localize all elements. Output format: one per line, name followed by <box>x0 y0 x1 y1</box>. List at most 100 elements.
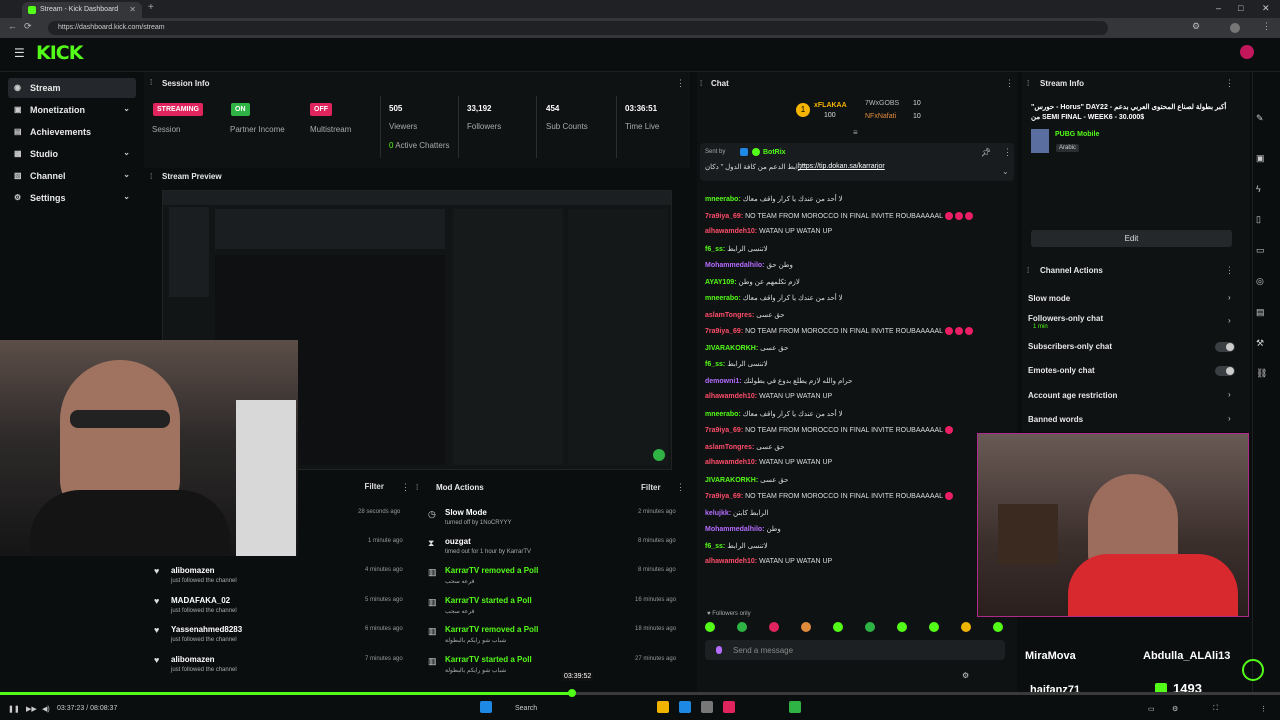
mod-actions-filter[interactable]: Filter <box>641 483 661 492</box>
chat-settings-icon[interactable]: ⚙ <box>962 671 969 680</box>
message-icon[interactable]: ▭ <box>1256 245 1265 256</box>
chat-username[interactable]: 7ra9iya_69: <box>705 212 743 219</box>
drag-handle-icon[interactable]: ⁞ <box>1027 266 1029 275</box>
new-tab-icon[interactable]: + <box>148 2 154 13</box>
edit-stream-info-button[interactable]: Edit <box>1031 230 1232 247</box>
chat-username[interactable]: f6_ss: <box>705 246 725 253</box>
menu-icon[interactable]: ☰ <box>14 46 25 60</box>
emote-icon[interactable] <box>993 622 1003 632</box>
chat-username[interactable]: alhawamdeh10: <box>705 393 757 400</box>
chat-username[interactable]: f6_ss: <box>705 543 725 550</box>
folder-icon[interactable] <box>657 701 669 713</box>
edge-icon[interactable] <box>679 701 691 713</box>
windows-start-icon[interactable] <box>480 701 492 713</box>
sidebar-item-achievements[interactable]: ▤ Achievements <box>8 122 136 142</box>
subscribers-only-toggle[interactable] <box>1215 342 1235 352</box>
activity-menu-icon[interactable]: ⋮ <box>401 482 410 493</box>
drag-handle-icon[interactable]: ⁞ <box>150 172 152 181</box>
lightning-icon[interactable]: ϟ <box>1256 184 1261 194</box>
banned-words-action[interactable]: Banned words <box>1028 415 1083 424</box>
emote-icon[interactable] <box>865 622 875 632</box>
chat-username[interactable]: alhawamdeh10: <box>705 459 757 466</box>
chevron-right-icon[interactable]: › <box>1228 390 1231 399</box>
app-icon[interactable] <box>701 701 713 713</box>
chat-username[interactable]: JIVARAKORKH: <box>705 477 758 484</box>
profile-icon[interactable] <box>1230 23 1240 33</box>
reload-icon[interactable]: ⟳ <box>24 21 32 32</box>
gifter-name[interactable]: NFxNafati <box>865 113 896 120</box>
pinned-menu-icon[interactable]: ⋮ <box>1003 147 1012 158</box>
sidebar-item-monetization[interactable]: ▣ Monetization ⌄ <box>8 100 136 120</box>
chat-username[interactable]: AYAY109: <box>705 279 737 286</box>
chevron-right-icon[interactable]: › <box>1228 316 1231 325</box>
chat-username[interactable]: mneerabo: <box>705 196 741 203</box>
link-icon[interactable]: ⛓ <box>1256 368 1267 379</box>
drag-handle-icon[interactable]: ⁞ <box>1027 79 1029 88</box>
pin-icon[interactable]: 📌︎ <box>981 148 991 157</box>
category-thumbnail[interactable] <box>1031 129 1049 153</box>
browser-tab[interactable]: Stream - Kick Dashboard ✕ <box>22 2 142 18</box>
chat-menu-icon[interactable]: ⋮ <box>1005 78 1014 89</box>
sidebar-item-studio[interactable]: ▦ Studio ⌄ <box>8 144 136 164</box>
wrench-icon[interactable]: ⚒ <box>1256 338 1264 349</box>
emote-icon[interactable] <box>961 622 971 632</box>
kick-logo[interactable]: KICK <box>36 42 83 64</box>
microphone-icon[interactable] <box>716 646 722 654</box>
emote-icon[interactable] <box>801 622 811 632</box>
followers-only-action[interactable]: Followers-only chat <box>1028 314 1103 323</box>
chat-username[interactable]: 7ra9iya_69: <box>705 427 743 434</box>
chat-username[interactable]: alhawamdeh10: <box>705 558 757 565</box>
settings-icon[interactable]: ⚙ <box>1172 705 1178 713</box>
stream-info-menu-icon[interactable]: ⋮ <box>1225 78 1234 89</box>
user-avatar[interactable] <box>1240 45 1254 59</box>
browser-menu-icon[interactable]: ⋮ <box>1262 21 1271 32</box>
drag-handle-icon[interactable]: ⁞ <box>700 79 702 88</box>
chat-username[interactable]: Mohammedalhilo: <box>705 262 765 269</box>
chat-username[interactable]: mneerabo: <box>705 411 741 418</box>
subtitles-icon[interactable]: ▭ <box>1148 705 1155 713</box>
chat-username[interactable]: Mohammedalhilo: <box>705 526 765 533</box>
chat-username[interactable]: f6_ss: <box>705 361 725 368</box>
mobile-icon[interactable]: ▯ <box>1256 214 1261 225</box>
support-icon[interactable] <box>1242 659 1264 681</box>
chat-username[interactable]: 7ra9iya_69: <box>705 493 743 500</box>
chat-username[interactable]: alhawamdeh10: <box>705 228 757 235</box>
chat-username[interactable]: 7ra9iya_69: <box>705 328 743 335</box>
pinned-bot-name[interactable]: BotRix <box>763 149 786 156</box>
activity-name[interactable]: MADAFAKA_02 <box>171 596 230 605</box>
emote-icon[interactable] <box>705 622 715 632</box>
chat-username[interactable]: kelujkk: <box>705 510 731 517</box>
audio-icon[interactable]: ◎ <box>1256 276 1264 287</box>
taskbar-search[interactable]: Search <box>515 705 537 712</box>
category-name[interactable]: PUBG Mobile <box>1055 131 1099 138</box>
emote-icon[interactable] <box>737 622 747 632</box>
drag-handle-icon[interactable]: ⁞ <box>150 78 152 87</box>
emote-icon[interactable] <box>929 622 939 632</box>
close-tab-icon[interactable]: ✕ <box>129 5 136 14</box>
fullscreen-icon[interactable]: ⛶ <box>1213 705 1218 713</box>
app-icon[interactable] <box>789 701 801 713</box>
chat-username[interactable]: JIVARAKORKH: <box>705 345 758 352</box>
play-icon[interactable]: ❚❚ <box>8 705 20 713</box>
sidebar-item-channel[interactable]: ▧ Channel ⌄ <box>8 166 136 186</box>
app-icon[interactable] <box>723 701 735 713</box>
account-age-action[interactable]: Account age restriction <box>1028 391 1117 400</box>
progress-knob[interactable] <box>567 689 576 697</box>
extensions-icon[interactable]: ⚙ <box>1192 21 1200 32</box>
minimize-icon[interactable]: – <box>1216 3 1221 13</box>
url-field[interactable]: https://dashboard.kick.com/stream <box>48 21 1108 35</box>
activity-filter[interactable]: Filter <box>298 478 414 494</box>
emote-icon[interactable] <box>833 622 843 632</box>
more-icon[interactable]: ⋮ <box>1260 705 1267 713</box>
sidebar-item-stream[interactable]: ◉ Stream <box>8 78 136 98</box>
layout-icon[interactable]: ▤ <box>1256 307 1265 318</box>
close-window-icon[interactable]: ✕ <box>1262 3 1270 14</box>
gifter-name[interactable]: xFLAKAA <box>814 102 847 109</box>
chevron-right-icon[interactable]: › <box>1228 293 1231 302</box>
emotes-only-toggle[interactable] <box>1215 366 1235 376</box>
mod-actions-menu-icon[interactable]: ⋮ <box>676 482 685 493</box>
session-menu-icon[interactable]: ⋮ <box>676 78 685 89</box>
activity-name[interactable]: alibomazen <box>171 566 215 575</box>
channel-actions-menu-icon[interactable]: ⋮ <box>1225 265 1234 276</box>
edit-icon[interactable]: ✎ <box>1256 113 1264 124</box>
